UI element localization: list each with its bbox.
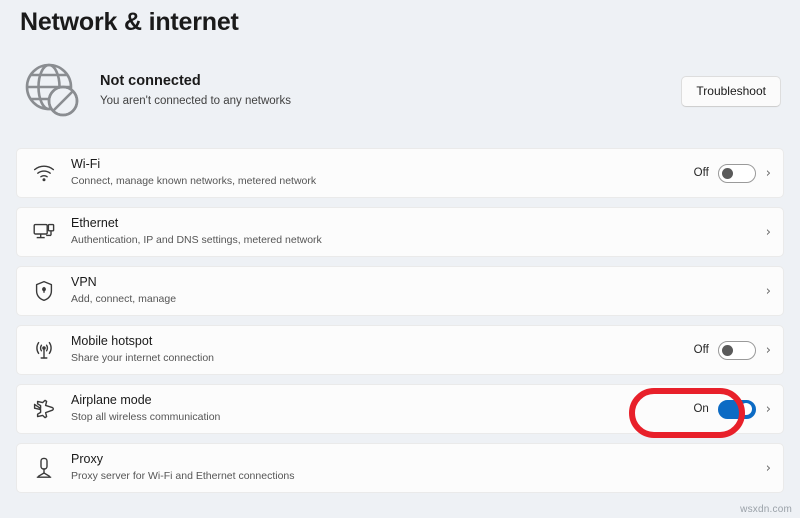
row-labels: Ethernet Authentication, IP and DNS sett… bbox=[71, 216, 765, 248]
row-controls: › bbox=[765, 285, 773, 298]
row-labels: VPN Add, connect, manage bbox=[71, 275, 765, 307]
globe-blocked-icon bbox=[16, 54, 90, 128]
row-subtitle: Authentication, IP and DNS settings, met… bbox=[71, 233, 322, 246]
status-text-block: Not connected You aren't connected to an… bbox=[100, 72, 681, 110]
toggle-knob bbox=[721, 344, 733, 356]
connection-status-banner: Not connected You aren't connected to an… bbox=[16, 52, 784, 130]
row-title: Ethernet bbox=[71, 216, 119, 231]
row-subtitle: Proxy server for Wi-Fi and Ethernet conn… bbox=[71, 469, 295, 482]
troubleshoot-button[interactable]: Troubleshoot bbox=[681, 75, 781, 107]
proxy-icon bbox=[17, 456, 71, 480]
chevron-right-icon[interactable]: › bbox=[765, 167, 773, 180]
mobile-hotspot-toggle-switch[interactable] bbox=[717, 340, 756, 360]
watermark: wsxdn.com bbox=[740, 504, 792, 515]
chevron-right-icon[interactable]: › bbox=[765, 403, 773, 416]
status-title: Not connected bbox=[100, 73, 201, 90]
ethernet-icon bbox=[17, 222, 71, 242]
row-controls: › bbox=[765, 462, 773, 475]
network-settings-list: Wi-Fi Connect, manage known networks, me… bbox=[16, 148, 784, 502]
chevron-right-icon[interactable]: › bbox=[765, 462, 773, 475]
row-subtitle: Stop all wireless communication bbox=[71, 410, 221, 423]
row-title: Wi-Fi bbox=[71, 157, 101, 172]
row-subtitle: Add, connect, manage bbox=[71, 292, 177, 305]
settings-row-wifi[interactable]: Wi-Fi Connect, manage known networks, me… bbox=[16, 148, 784, 198]
shield-icon bbox=[17, 280, 71, 302]
row-controls: › bbox=[765, 226, 773, 239]
row-title: Airplane mode bbox=[71, 393, 152, 408]
row-labels: Mobile hotspot Share your internet conne… bbox=[71, 334, 694, 366]
toggle-state-label: On bbox=[693, 403, 709, 415]
wifi-icon bbox=[17, 164, 71, 182]
wifi-toggle-switch[interactable] bbox=[717, 163, 756, 183]
chevron-right-icon[interactable]: › bbox=[765, 285, 773, 298]
row-subtitle: Connect, manage known networks, metered … bbox=[71, 174, 317, 187]
row-subtitle: Share your internet connection bbox=[71, 351, 215, 364]
toggle-state-label: Off bbox=[693, 344, 709, 356]
settings-row-mobile-hotspot[interactable]: Mobile hotspot Share your internet conne… bbox=[16, 325, 784, 375]
settings-row-airplane-mode[interactable]: Airplane mode Stop all wireless communic… bbox=[16, 384, 784, 438]
toggle-knob bbox=[739, 403, 752, 415]
row-title: VPN bbox=[71, 275, 97, 290]
settings-row-proxy[interactable]: Proxy Proxy server for Wi-Fi and Etherne… bbox=[16, 443, 784, 493]
chevron-right-icon[interactable]: › bbox=[765, 344, 773, 357]
row-title: Proxy bbox=[71, 452, 103, 467]
row-controls: On › bbox=[629, 387, 773, 438]
row-labels: Wi-Fi Connect, manage known networks, me… bbox=[71, 157, 694, 189]
toggle-knob bbox=[721, 167, 733, 179]
hotspot-icon bbox=[17, 339, 71, 361]
airplane-mode-toggle-switch[interactable] bbox=[717, 399, 756, 419]
row-controls: Off › bbox=[693, 163, 773, 183]
settings-row-vpn[interactable]: VPN Add, connect, manage › bbox=[16, 266, 784, 316]
status-subtitle: You aren't connected to any networks bbox=[100, 94, 292, 107]
row-labels: Airplane mode Stop all wireless communic… bbox=[71, 393, 693, 425]
row-controls: Off › bbox=[693, 340, 773, 360]
toggle-state-label: Off bbox=[693, 167, 709, 179]
airplane-icon bbox=[17, 398, 71, 420]
page-title: Network & internet bbox=[20, 8, 239, 36]
settings-row-ethernet[interactable]: Ethernet Authentication, IP and DNS sett… bbox=[16, 207, 784, 257]
row-labels: Proxy Proxy server for Wi-Fi and Etherne… bbox=[71, 452, 765, 484]
row-title: Mobile hotspot bbox=[71, 334, 153, 349]
chevron-right-icon[interactable]: › bbox=[765, 226, 773, 239]
